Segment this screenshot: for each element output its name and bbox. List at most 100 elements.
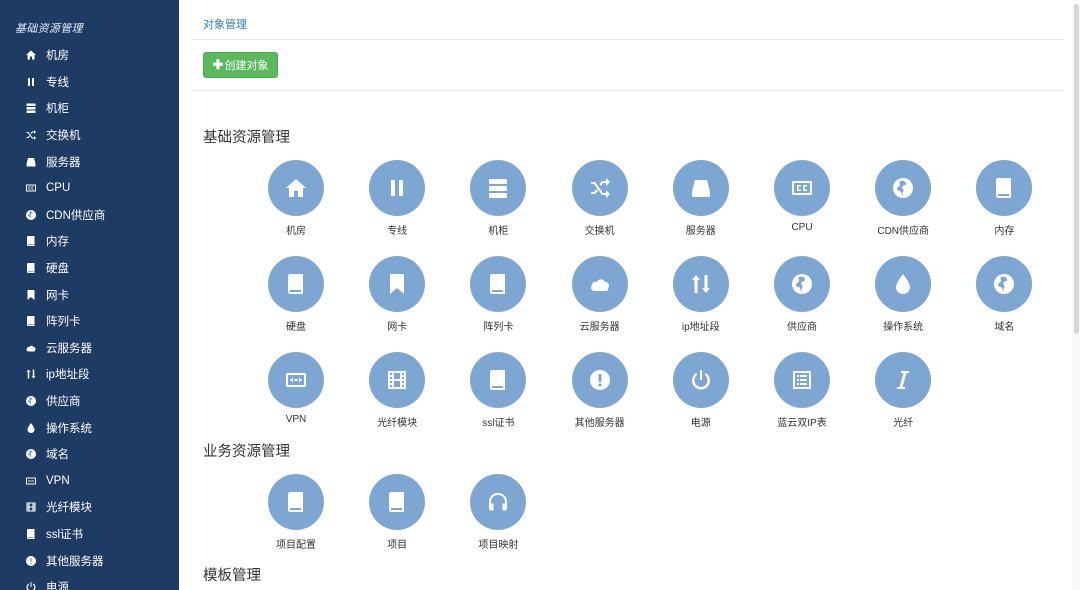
resource-tile[interactable]: 云服务器 [560, 256, 640, 336]
resource-tile[interactable]: 供应商 [762, 256, 842, 336]
sidebar-item-label: 操作系统 [46, 422, 92, 435]
create-object-button[interactable]: ✚ 创建对象 [203, 52, 278, 78]
sidebar-item-label: 服务器 [46, 156, 81, 169]
shuffle-icon [24, 129, 37, 142]
resource-tile[interactable]: 阵列卡 [458, 256, 538, 336]
sidebar-item[interactable]: CPU [0, 175, 179, 202]
resource-tile[interactable]: 专线 [357, 160, 437, 240]
resource-tile-label: ssl证书 [482, 418, 515, 429]
exclamation-icon [24, 554, 37, 567]
cc-icon [774, 160, 830, 216]
sidebar-item-label: 专线 [46, 76, 69, 89]
sidebar-item[interactable]: 网卡 [0, 281, 179, 308]
sidebar-item-label: 交换机 [46, 130, 81, 143]
sidebar-item-label: ssl证书 [46, 528, 84, 541]
resource-tile-label: 域名 [994, 322, 1015, 333]
sidebar-item[interactable]: 服务器 [0, 148, 179, 175]
resource-tile[interactable]: 域名 [964, 256, 1044, 336]
sidebar-item-label: 域名 [46, 449, 69, 462]
resource-tile[interactable]: 蓝云双IP表 [762, 352, 842, 432]
sidebar-item-label: 光纤模块 [46, 502, 92, 515]
resource-tile[interactable]: 光纤 [863, 352, 943, 432]
resource-tile[interactable]: 光纤模块 [357, 352, 437, 432]
sidebar-item[interactable]: ssl证书 [0, 521, 179, 548]
resource-tile[interactable]: 机房 [256, 160, 336, 240]
film-icon [369, 352, 426, 408]
sidebar-item[interactable]: ip地址段 [0, 361, 179, 388]
home-icon [24, 49, 37, 62]
sidebar-item[interactable]: 其他服务器 [0, 547, 179, 574]
section-title-template: 模板管理 [203, 568, 261, 584]
cc-icon [24, 182, 37, 195]
sidebar-item-label: 电源 [46, 582, 69, 590]
sidebar-item-label: VPN [46, 474, 70, 487]
sidebar: 基础资源管理 机房 专线 机柜 交换机 服务器 CPU CDN供应商 内存 硬盘 网卡 阵列卡 云服务… [0, 0, 179, 590]
globe-icon [24, 448, 37, 461]
sidebar-item[interactable]: 电源 [0, 574, 179, 590]
sidebar-item[interactable]: 机房 [0, 42, 179, 69]
sidebar-item[interactable]: CDN供应商 [0, 202, 179, 229]
resource-tile-label: ip地址段 [681, 322, 720, 333]
resource-tile-label: 其他服务器 [574, 418, 625, 429]
resource-tile[interactable]: ssl证书 [458, 352, 538, 432]
sidebar-item-label: 机柜 [46, 103, 69, 116]
sort-arrows-icon [672, 256, 729, 312]
resource-tile[interactable]: VPN [256, 352, 336, 432]
shuffle-icon [571, 160, 628, 216]
resource-tile-label: 操作系统 [883, 322, 924, 333]
sidebar-item[interactable]: 机柜 [0, 95, 179, 122]
sidebar-item[interactable]: 云服务器 [0, 335, 179, 362]
scrollbar-thumb[interactable] [1074, 4, 1079, 334]
sidebar-item-label: 阵列卡 [46, 316, 81, 329]
sidebar-item[interactable]: 阵列卡 [0, 308, 179, 335]
resource-tile[interactable]: 机柜 [458, 160, 538, 240]
resource-tile[interactable]: 内存 [964, 160, 1044, 240]
sidebar-item[interactable]: 光纤模块 [0, 494, 179, 521]
hdd-icon [672, 160, 729, 216]
sidebar-item[interactable]: VPN [0, 468, 179, 495]
bookmark-icon [369, 256, 426, 312]
resource-tile[interactable]: 硬盘 [256, 256, 336, 336]
breadcrumb[interactable]: 对象管理 [203, 16, 247, 32]
sidebar-item[interactable]: 交换机 [0, 122, 179, 149]
sidebar-item[interactable]: 操作系统 [0, 414, 179, 441]
resource-tile[interactable]: CPU [762, 160, 842, 240]
resource-tile-label: 项目 [387, 540, 408, 551]
book-icon [24, 262, 37, 275]
resource-tile-label: 光纤 [893, 418, 914, 429]
resource-tile[interactable]: 项目配置 [256, 474, 336, 554]
sidebar-item[interactable]: 内存 [0, 228, 179, 255]
resource-tile[interactable]: 电源 [661, 352, 741, 432]
sidebar-item[interactable]: 专线 [0, 69, 179, 96]
sidebar-item-label: 供应商 [46, 396, 81, 409]
resource-tile-label: 内存 [994, 226, 1015, 237]
resource-tile-label: 云服务器 [579, 322, 620, 333]
resource-tile[interactable]: 服务器 [661, 160, 741, 240]
sidebar-item-label: 云服务器 [46, 342, 92, 355]
sidebar-item[interactable]: 供应商 [0, 388, 179, 415]
book-icon [24, 235, 37, 248]
resource-tile[interactable]: 交换机 [560, 160, 640, 240]
resource-tile-label: VPN [285, 414, 307, 425]
resource-tile-label: 机柜 [488, 226, 509, 237]
power-icon [672, 352, 729, 408]
hdd-icon [24, 155, 37, 168]
resource-tile[interactable]: CDN供应商 [863, 160, 943, 240]
resource-tile[interactable]: ip地址段 [661, 256, 741, 336]
sidebar-item[interactable]: 硬盘 [0, 255, 179, 282]
section-title-business: 业务资源管理 [203, 444, 290, 460]
resource-tile[interactable]: 网卡 [357, 256, 437, 336]
resource-tile-label: 交换机 [584, 226, 615, 237]
resource-tile[interactable]: 项目映射 [458, 474, 538, 554]
globe-icon [875, 160, 932, 216]
home-icon [268, 160, 324, 216]
resource-tile[interactable]: 其他服务器 [560, 352, 640, 432]
book-icon [470, 256, 527, 312]
book-icon [268, 256, 324, 312]
resource-tile[interactable]: 项目 [357, 474, 437, 554]
plus-icon: ✚ [212, 57, 224, 72]
resource-tile[interactable]: 操作系统 [863, 256, 943, 336]
sidebar-item[interactable]: 域名 [0, 441, 179, 468]
resource-tile-label: 服务器 [685, 226, 716, 237]
page-scrollbar[interactable] [1072, 0, 1080, 590]
